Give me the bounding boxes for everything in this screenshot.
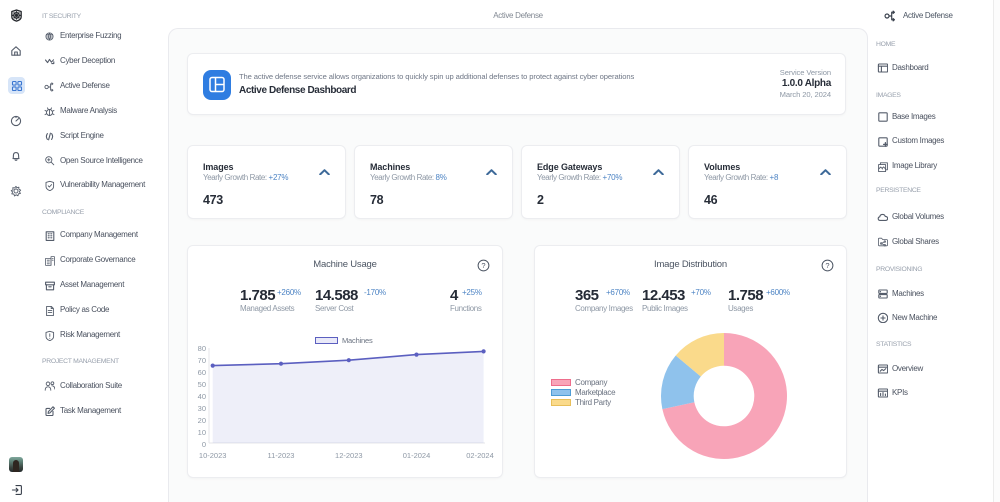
svg-text:80: 80 (198, 344, 206, 353)
svg-text:10: 10 (198, 428, 206, 437)
svg-text:01-2024: 01-2024 (403, 451, 431, 460)
svg-text:20: 20 (198, 416, 206, 425)
svg-text:11-2023: 11-2023 (268, 451, 295, 460)
svg-text:0: 0 (202, 440, 206, 449)
svg-text:30: 30 (198, 404, 206, 413)
svg-text:50: 50 (198, 380, 206, 389)
svg-text:?: ? (481, 261, 485, 270)
svg-text:?: ? (825, 261, 829, 270)
svg-text:02-2024: 02-2024 (466, 451, 494, 460)
svg-text:60: 60 (198, 368, 206, 377)
svg-text:12-2023: 12-2023 (335, 451, 363, 460)
svg-text:10-2023: 10-2023 (199, 451, 227, 460)
svg-text:70: 70 (198, 356, 206, 365)
svg-text:40: 40 (198, 392, 206, 401)
